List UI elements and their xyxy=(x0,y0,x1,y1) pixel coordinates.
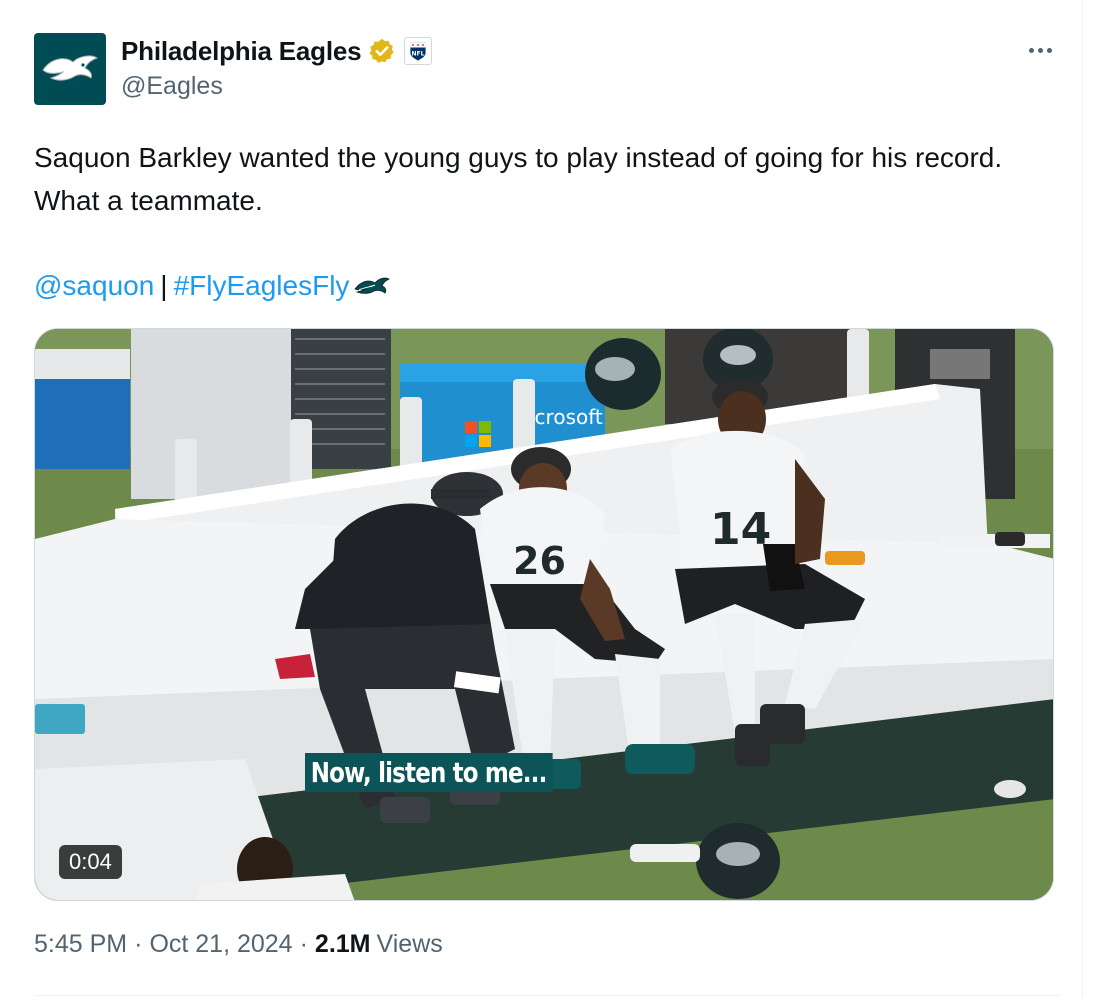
views-count[interactable]: 2.1M xyxy=(315,930,371,959)
svg-text:icrosoft: icrosoft xyxy=(529,405,603,429)
tweet-tags: @saquon | #FlyEaglesFly xyxy=(34,264,391,307)
views-label: Views xyxy=(376,930,443,958)
meta-dot: · xyxy=(299,930,308,958)
nfl-logo-icon[interactable]: NFL xyxy=(404,37,433,65)
video-duration: 0:04 xyxy=(59,845,122,879)
tweet-meta: 5:45 PM · Oct 21, 2024 · 2.1M Views xyxy=(34,930,443,959)
tweet-time[interactable]: 5:45 PM xyxy=(34,930,127,959)
gold-verified-icon[interactable] xyxy=(368,37,396,65)
divider xyxy=(34,995,1060,996)
avatar[interactable] xyxy=(34,33,106,105)
handle[interactable]: @Eagles xyxy=(121,72,223,101)
video-player[interactable]: icrosoft 26 14 Now, listen to me... 0:04 xyxy=(34,328,1054,901)
video-frame: icrosoft 26 14 xyxy=(35,329,1053,900)
meta-dot: · xyxy=(134,930,143,958)
display-name[interactable]: Philadelphia Eagles xyxy=(121,36,362,67)
separator: | xyxy=(160,270,168,301)
hashtag-link[interactable]: #FlyEaglesFly xyxy=(174,264,350,307)
mention-link[interactable]: @saquon xyxy=(34,264,154,307)
tweet-date[interactable]: Oct 21, 2024 xyxy=(149,930,292,959)
eagle-emoji-icon xyxy=(353,273,391,299)
more-icon[interactable] xyxy=(1020,38,1060,62)
video-caption: Now, listen to me... xyxy=(305,753,553,792)
svg-text:NFL: NFL xyxy=(412,51,425,58)
tweet-text: Saquon Barkley wanted the young guys to … xyxy=(34,142,1003,216)
eagles-logo-icon xyxy=(42,55,99,81)
svg-text:14: 14 xyxy=(710,504,771,555)
tweet-card: Philadelphia Eagles NFL @Eagles Saquon B… xyxy=(0,0,1083,998)
svg-text:26: 26 xyxy=(513,539,566,583)
